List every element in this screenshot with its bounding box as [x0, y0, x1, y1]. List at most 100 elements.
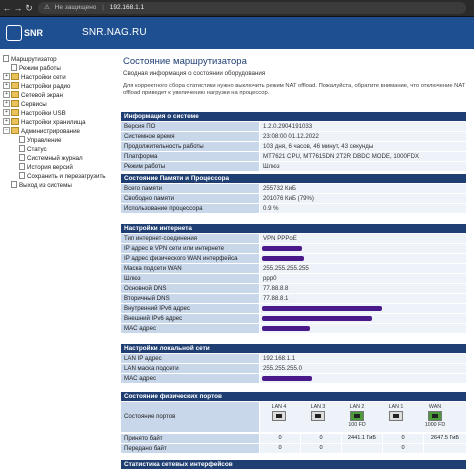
sidebar-item-management[interactable]: Управление [19, 136, 61, 145]
expand-icon[interactable]: + [3, 91, 10, 98]
reload-icon[interactable]: ↻ [24, 3, 34, 13]
table-row: IP адрес в VPN сети или интернете [121, 244, 466, 254]
sidebar-tree: Маршрутизатор Режим работы + Настройки се… [0, 50, 118, 467]
section-system-info: Информация о системе [121, 112, 466, 121]
sidebar-item-save-reboot[interactable]: Сохранить и перезагрузить [19, 172, 106, 181]
table-row: Вторичный DNS 77.88.8.1 [121, 294, 466, 304]
browser-toolbar: ← → ↻ ⚠ Не защищено | 192.168.1.1 [0, 0, 474, 17]
collapse-icon[interactable]: − [3, 127, 10, 134]
sidebar-item-syslog[interactable]: Системный журнал [19, 154, 83, 163]
folder-icon [11, 73, 19, 80]
router-icon [3, 55, 9, 62]
page-icon [19, 163, 25, 170]
sidebar-item-status[interactable]: Статус [19, 145, 47, 154]
section-interface-stats: Статистика сетевых интерфейсов [121, 460, 466, 469]
sidebar-item-router[interactable]: Маршрутизатор [3, 55, 57, 64]
ethernet-port-icon [311, 411, 325, 421]
expand-icon[interactable]: + [3, 100, 10, 107]
table-row: MAC адрес [121, 374, 466, 384]
folder-icon [11, 82, 19, 89]
table-row: Платформа MT7621 CPU, MT7615DN 2T2R DBDC … [121, 152, 466, 162]
table-row: Режим работы Шлюз [121, 162, 466, 172]
section-ports: Состояние физических портов [121, 392, 466, 401]
folder-open-icon [11, 127, 19, 134]
insecure-warning-icon[interactable]: ⚠ [44, 2, 50, 14]
folder-icon [11, 91, 19, 98]
page-icon [19, 154, 25, 161]
table-row: Продолжительность работы 103 дня, 6 часов… [121, 142, 466, 152]
page-icon [19, 172, 25, 179]
redacted-value [262, 306, 382, 311]
redacted-value [262, 246, 302, 251]
page-icon [19, 136, 25, 143]
section-internet: Настройки интернета [121, 224, 466, 233]
expand-icon[interactable]: + [3, 109, 10, 116]
ethernet-port-icon [272, 411, 286, 421]
folder-icon [11, 118, 19, 125]
page-title: Состояние маршрутизатора [123, 56, 247, 67]
url-text: 192.168.1.1 [109, 4, 145, 11]
expand-icon[interactable]: + [3, 118, 10, 125]
redacted-value [262, 326, 310, 331]
nat-offload-notice: Для корректного сбора статистики нужно в… [123, 83, 466, 96]
table-row: LAN маска подсети 255.255.255.0 [121, 364, 466, 374]
ethernet-port-active-icon [350, 411, 364, 421]
section-lan: Настройки локальной сети [121, 344, 466, 353]
site-header: SNR SNR.NAG.RU [0, 17, 474, 49]
expand-icon[interactable]: + [3, 82, 10, 89]
sidebar-item-radio[interactable]: + Настройки радио [3, 82, 70, 91]
table-row: Системное время 23:08:00 01.12.2022 [121, 132, 466, 142]
table-row: Версия ПО 1.2.0.2904191033 [121, 122, 466, 132]
sidebar-item-mode[interactable]: Режим работы [11, 64, 61, 73]
table-row: Использование процессора 0.9 % [121, 204, 466, 214]
address-bar[interactable]: ⚠ Не защищено | 192.168.1.1 [38, 2, 466, 14]
redacted-value [262, 376, 312, 381]
section-memory-cpu: Состояние Памяти и Процессора [121, 174, 466, 183]
port-lan3: LAN 3 [307, 404, 329, 430]
table-row: Свободно памяти 201076 КиБ (79%) [121, 194, 466, 204]
sidebar-item-usb[interactable]: + Настройки USB [3, 109, 66, 118]
table-row: IP адрес физического WAN интерфейса [121, 254, 466, 264]
port-lan2: LAN 2 100 FD [348, 404, 366, 428]
expand-icon[interactable]: + [3, 73, 10, 80]
page-icon [11, 64, 17, 71]
table-row: Внутренний IPv6 адрес [121, 304, 466, 314]
table-row: Тип интернет-соединения VPN PPPoE [121, 234, 466, 244]
port-lan4: LAN 4 [268, 404, 290, 430]
sidebar-item-admin[interactable]: − Администрирование [3, 127, 80, 136]
table-row: Маска подсети WAN 255.255.255.255 [121, 264, 466, 274]
logo[interactable]: SNR [6, 22, 46, 44]
redacted-value [262, 256, 304, 261]
table-row: LAN IP адрес 192.168.1.1 [121, 354, 466, 364]
table-row: Основной DNS 77.88.8.8 [121, 284, 466, 294]
table-row: Всего памяти 255732 КиБ [121, 184, 466, 194]
main-content: Состояние маршрутизатора Сводная информа… [118, 50, 474, 469]
ethernet-port-active-icon [428, 411, 442, 421]
security-label: Не защищено [54, 4, 97, 11]
table-row: Шлюз ppp0 [121, 274, 466, 284]
port-wan: WAN 1000 FD [424, 404, 446, 428]
logo-mark-icon [6, 24, 22, 41]
page-icon [11, 181, 17, 188]
page-icon [19, 145, 25, 152]
ethernet-port-icon [389, 411, 403, 421]
folder-icon [11, 100, 19, 107]
sidebar-item-versions[interactable]: История версий [19, 163, 73, 172]
redacted-value [262, 316, 372, 321]
folder-icon [11, 109, 19, 116]
sent-bytes-row: Передано байт 0 0 0 [121, 444, 466, 453]
site-name[interactable]: SNR.NAG.RU [82, 27, 147, 38]
table-row: Внешний IPv6 адрес [121, 314, 466, 324]
sidebar-item-services[interactable]: + Сервисы [3, 100, 47, 109]
received-bytes-row: Принято байт 0 0 2441.1 ГиБ 0 2647.5 ГиБ [121, 434, 466, 443]
forward-icon[interactable]: → [13, 3, 23, 13]
table-row: MAC адрес [121, 324, 466, 334]
sidebar-item-firewall[interactable]: + Сетевой экран [3, 91, 63, 100]
sidebar-item-storage[interactable]: + Настройки хранилища [3, 118, 86, 127]
ports-row: Состояние портов LAN 4 LAN 3 LAN 2 100 FD… [121, 402, 466, 432]
page-subtitle: Сводная информация о состоянии оборудова… [123, 70, 266, 77]
sidebar-item-network[interactable]: + Настройки сети [3, 73, 66, 82]
port-lan1: LAN 1 [385, 404, 407, 430]
back-icon[interactable]: ← [2, 3, 12, 13]
sidebar-item-logout[interactable]: Выход из системы [11, 181, 72, 190]
